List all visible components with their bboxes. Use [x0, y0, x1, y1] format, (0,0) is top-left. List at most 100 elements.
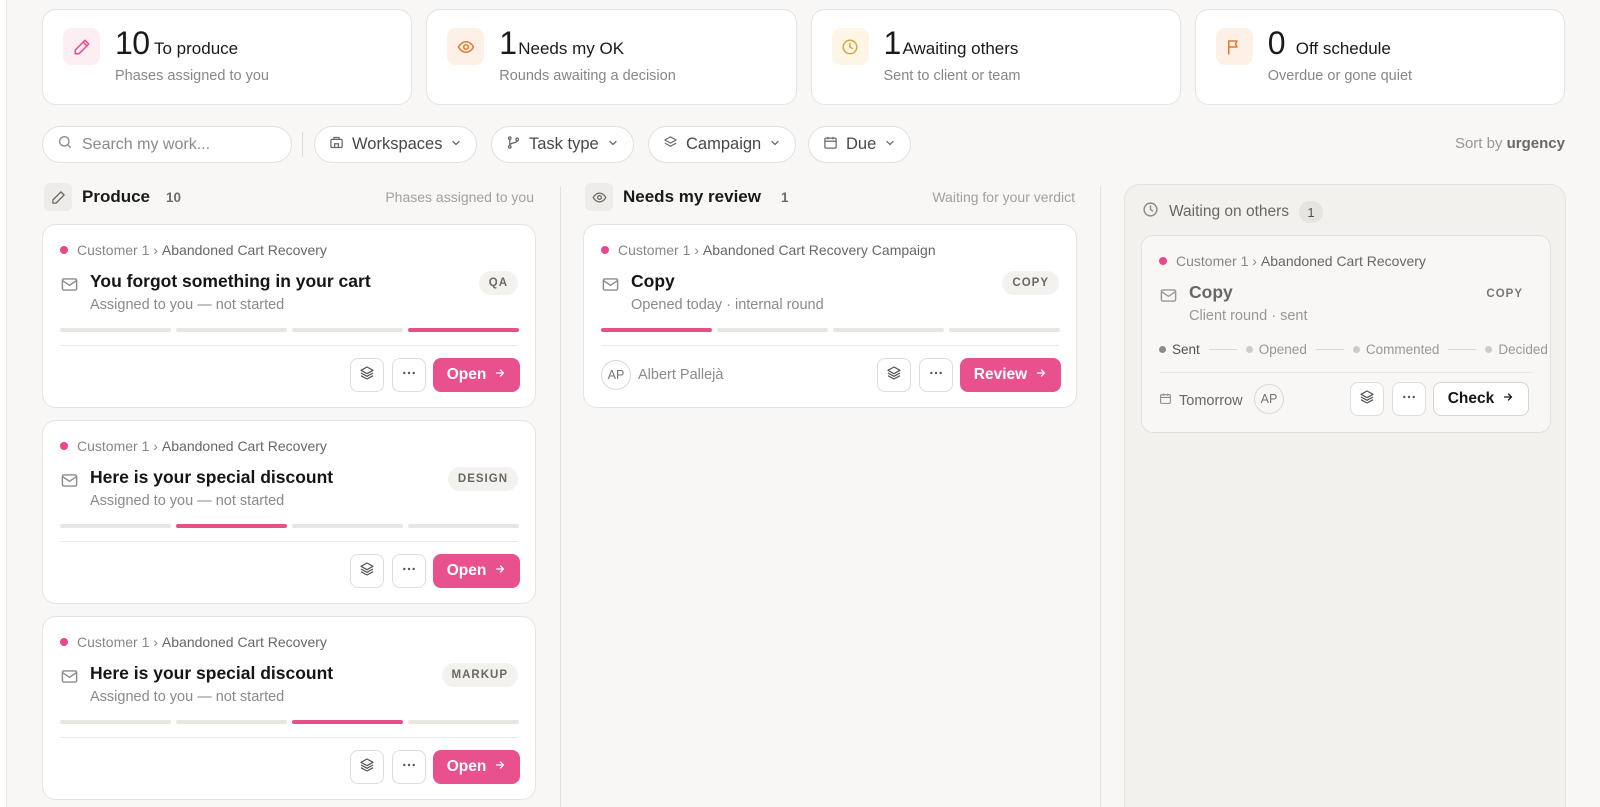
task-subtitle: Opened today · internal round [631, 297, 824, 313]
more-button[interactable] [392, 750, 426, 784]
progress-segment-active [176, 524, 287, 528]
breadcrumb-campaign: Abandoned Cart Recovery Campaign [702, 242, 936, 258]
arrow-right-icon [494, 562, 506, 580]
breadcrumb: Customer 1 › Abandoned Cart Recovery [60, 634, 327, 650]
search-box[interactable] [42, 126, 292, 163]
waiting-panel: Waiting on others 1 Customer 1 › Abandone… [1124, 184, 1566, 807]
stat-card-awaiting-others[interactable]: 1 Awaiting others Sent to client or team [810, 9, 1181, 105]
breadcrumb: Customer 1 › Abandoned Cart Recovery [60, 438, 327, 454]
stat-title: To produce [154, 39, 239, 58]
stage-dot-done [1159, 346, 1166, 353]
column-title: Produce [82, 187, 151, 206]
mail-icon [601, 275, 620, 299]
breadcrumb-customer: Customer 1 [77, 242, 150, 258]
column-count: 1 [1299, 201, 1324, 223]
breadcrumb-campaign: Abandoned Cart Recovery [161, 242, 327, 258]
task-type-tag: MARKUP [441, 663, 518, 687]
chevron-down-icon [769, 135, 781, 154]
phase-progress [60, 524, 519, 528]
layers-button[interactable] [350, 750, 384, 784]
stage-dot [1485, 346, 1493, 353]
review-button[interactable]: Review [960, 358, 1061, 392]
left-edge [0, 0, 7, 807]
task-card[interactable]: Customer 1 › Abandoned Cart Recovery You … [42, 224, 536, 408]
open-button[interactable]: Open [433, 750, 520, 784]
status-dot [601, 246, 609, 254]
branch-icon [506, 135, 521, 155]
column-title: Waiting on others [1169, 203, 1290, 220]
status-dot [60, 638, 68, 646]
button-label: Review [973, 366, 1028, 383]
filter-task-type[interactable]: Task type [491, 126, 634, 163]
progress-segment [176, 328, 287, 332]
progress-segment [717, 328, 828, 332]
waiting-card[interactable]: Customer 1 › Abandoned Cart Recovery Copy… [1141, 235, 1551, 433]
breadcrumb: Customer 1 › Abandoned Cart Recovery Camp… [601, 242, 936, 258]
breadcrumb: Customer 1 › Abandoned Cart Recovery [1159, 253, 1426, 269]
stage-dot [1352, 346, 1360, 353]
task-subtitle: Assigned to you — not started [90, 689, 285, 705]
column-header-review: Needs my review 1 [585, 183, 788, 211]
progress-segment [949, 328, 1060, 332]
task-type-tag: COPY [1486, 288, 1523, 300]
stat-card-needs-ok[interactable]: 1 Needs my OK Rounds awaiting a decision [426, 9, 797, 105]
more-button[interactable] [919, 358, 953, 392]
progress-segment [60, 524, 171, 528]
filter-workspaces[interactable]: Workspaces [314, 126, 478, 163]
stat-card-off-schedule[interactable]: 0 Off schedule Overdue or gone quiet [1194, 9, 1565, 105]
stage-label: Sent [1172, 342, 1200, 357]
clock-icon [831, 28, 869, 65]
stat-card-to-produce[interactable]: 10 To produce Phases assigned to you [42, 9, 413, 105]
layers-icon [359, 561, 375, 582]
button-label: Check [1447, 390, 1495, 407]
task-card[interactable]: Customer 1 › Abandoned Cart Recovery Here… [42, 420, 536, 604]
due-date: Tomorrow [1159, 392, 1243, 409]
button-label: Open [446, 366, 487, 383]
column-hint: Waiting for your verdict [932, 189, 1075, 205]
eye-icon [585, 183, 613, 211]
review-card[interactable]: Customer 1 › Abandoned Cart Recovery Camp… [583, 224, 1077, 408]
divider [60, 737, 518, 738]
layers-button[interactable] [877, 358, 911, 392]
breadcrumb-customer: Customer 1 [77, 438, 150, 454]
sort-prefix: Sort by [1454, 135, 1503, 152]
task-type-tag: DESIGN [447, 467, 518, 491]
more-icon [928, 365, 944, 386]
status-dot [1159, 257, 1167, 265]
layers-button[interactable] [350, 358, 384, 392]
mail-icon [60, 667, 79, 691]
filter-due[interactable]: Due [808, 126, 912, 163]
layers-button[interactable] [350, 554, 384, 588]
more-icon [401, 757, 417, 778]
more-button[interactable] [392, 358, 426, 392]
stat-number: 1 [883, 25, 902, 61]
clock-icon [1142, 201, 1159, 223]
progress-segment [176, 720, 287, 724]
search-input[interactable] [82, 135, 262, 154]
task-type-tag: QA [478, 271, 518, 295]
layers-icon [1359, 389, 1375, 410]
progress-segment [408, 720, 519, 724]
filter-campaign[interactable]: Campaign [648, 126, 797, 163]
layers-icon [359, 757, 375, 778]
task-title: You forgot something in your cart [90, 271, 371, 291]
layers-button[interactable] [1350, 382, 1384, 416]
layers-icon [886, 365, 902, 386]
more-button[interactable] [1392, 382, 1426, 416]
open-button[interactable]: Open [433, 358, 520, 392]
breadcrumb-campaign: Abandoned Cart Recovery [1260, 253, 1426, 269]
toolbar: Workspaces Task type Campaign Due Sort b… [42, 126, 1565, 163]
progress-segment-active [601, 328, 712, 332]
sort-control[interactable]: Sort by urgency [1455, 135, 1565, 152]
more-button[interactable] [392, 554, 426, 588]
progress-segment [833, 328, 944, 332]
check-button[interactable]: Check [1433, 382, 1529, 416]
status-dot [60, 442, 68, 450]
column-count: 1 [780, 189, 789, 205]
progress-segment [292, 328, 403, 332]
avatar: AP [601, 360, 631, 390]
open-button[interactable]: Open [433, 554, 520, 588]
task-card[interactable]: Customer 1 › Abandoned Cart Recovery Here… [42, 616, 536, 800]
mail-icon [1159, 286, 1178, 310]
task-title: Copy [631, 271, 675, 291]
